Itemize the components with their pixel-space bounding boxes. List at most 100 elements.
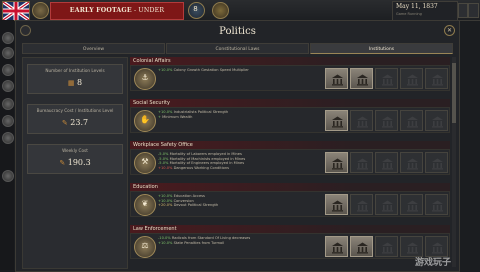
institution-level-slot[interactable] bbox=[400, 194, 423, 215]
institution-title: Social Security bbox=[130, 99, 450, 107]
prestige-icon[interactable] bbox=[212, 2, 229, 19]
scrollbar-thumb[interactable] bbox=[452, 63, 456, 123]
rail-icon-3[interactable] bbox=[2, 64, 14, 76]
coat-of-arms-icon[interactable] bbox=[32, 2, 49, 19]
effect-value: +10.0% bbox=[158, 110, 173, 114]
institution-level-slot[interactable] bbox=[350, 236, 373, 257]
institution-level-slot[interactable] bbox=[325, 236, 348, 257]
institution-level-slot[interactable] bbox=[375, 110, 398, 131]
bureaucracy-icon: ✎ bbox=[61, 119, 68, 127]
institution-level-slot[interactable] bbox=[325, 68, 348, 89]
investment-slots bbox=[325, 236, 449, 257]
tab-overview[interactable]: Overview bbox=[22, 43, 165, 54]
institution-level-slot[interactable] bbox=[425, 236, 448, 257]
effect-text: Minimum Wealth bbox=[161, 114, 193, 119]
institution-level-slot[interactable] bbox=[425, 194, 448, 215]
institution-level-slot[interactable] bbox=[400, 68, 423, 89]
investment-slots bbox=[325, 152, 449, 173]
institution-title: Law Enforcement bbox=[130, 225, 450, 233]
book-icon-glyph: ❦ bbox=[141, 199, 149, 208]
effect-value: -10.0% bbox=[158, 236, 171, 240]
effect-text: Mortality of Machinists employed in Mine… bbox=[168, 156, 246, 161]
institution-level-slot[interactable] bbox=[350, 194, 373, 215]
development-banner: EARLY FOOTAGE - UNDER DEVELOPMENT bbox=[50, 2, 184, 30]
effect-value: -5.0% bbox=[158, 161, 169, 166]
effect-line: +10.0% Colony Growth Gestation Speed Mul… bbox=[158, 68, 318, 73]
date-display: May 11, 1837 Game Running bbox=[392, 1, 458, 21]
institution-icon: ▦ bbox=[67, 79, 75, 87]
worker-icon[interactable]: ⚒ bbox=[134, 152, 156, 174]
institution-level-slot[interactable] bbox=[375, 236, 398, 257]
ship-icon-glyph: ⚓ bbox=[141, 73, 149, 82]
pause-button[interactable] bbox=[458, 3, 468, 18]
institution-effects: -10.0% Radicals from Standard Of Living … bbox=[158, 236, 318, 245]
close-button[interactable]: ✕ bbox=[444, 25, 455, 36]
weekly-cost-box: Weekly Cost ✎ 190.3 bbox=[27, 144, 123, 174]
institution-levels-value: 8 bbox=[77, 78, 83, 87]
institution-level-slot[interactable] bbox=[375, 152, 398, 173]
institution-level-slot[interactable] bbox=[350, 152, 373, 173]
institution-level-slot[interactable] bbox=[350, 68, 373, 89]
institution-effects: -5.0% Mortality of Laborers employed in … bbox=[158, 152, 318, 170]
rail-icon-5[interactable] bbox=[2, 98, 14, 110]
effect-line: +10.0% State Penalties from Turmoil bbox=[158, 241, 318, 246]
institution-level-slot[interactable] bbox=[400, 110, 423, 131]
effect-value: +10.0% bbox=[158, 240, 173, 245]
rail-icon-8[interactable] bbox=[2, 170, 14, 182]
banner-bold-text: EARLY FOOTAGE bbox=[69, 7, 132, 14]
book-icon[interactable]: ❦ bbox=[134, 194, 156, 216]
effect-text: Mortality of Laborers employed in Mines bbox=[168, 152, 242, 156]
summary-column: Number of Institution Levels ▦ 8 Bureauc… bbox=[22, 57, 128, 269]
institution-level-slot[interactable] bbox=[325, 110, 348, 131]
investment-slots bbox=[325, 194, 449, 215]
panel-title: Politics bbox=[219, 26, 256, 37]
rail-icon-2[interactable] bbox=[2, 47, 14, 59]
effect-value: +10.0% bbox=[158, 68, 173, 72]
speed-button[interactable] bbox=[468, 3, 479, 18]
tab-institutions[interactable]: Institutions bbox=[310, 43, 453, 54]
institution-level-slot[interactable] bbox=[325, 194, 348, 215]
effect-text: Mortality of Engineers employed in Mines bbox=[168, 161, 245, 166]
institution-level-slot[interactable] bbox=[425, 152, 448, 173]
institution-level-slot[interactable] bbox=[425, 110, 448, 131]
institution-effects: +10.0% Education Access +10.0% Conversion… bbox=[158, 194, 318, 208]
effect-line: + Minimum Wealth bbox=[158, 115, 318, 120]
effect-text: State Penalties from Turmoil bbox=[172, 240, 225, 245]
counter-value: 8 bbox=[193, 5, 198, 13]
institution-levels-label: Number of Institution Levels bbox=[45, 68, 105, 73]
institution-level-slot[interactable] bbox=[400, 236, 423, 257]
effect-text: Devout Political Strength bbox=[172, 203, 219, 208]
institution-level-slot[interactable] bbox=[325, 152, 348, 173]
effect-text: Industrialists Political Strength bbox=[172, 110, 229, 114]
rail-icon-4[interactable] bbox=[2, 80, 14, 92]
gavel-icon[interactable]: ⚖ bbox=[134, 236, 156, 258]
institution-level-slot[interactable] bbox=[375, 194, 398, 215]
institution-level-slot[interactable] bbox=[375, 68, 398, 89]
union-jack-flag-icon[interactable] bbox=[2, 1, 30, 21]
institutions-list: Colonial Affairs ⚓ +10.0% Colony Growth Ge… bbox=[130, 57, 450, 269]
rail-icon-6[interactable] bbox=[2, 115, 14, 127]
effect-value: +20.0% bbox=[158, 203, 173, 208]
institution-body: ⚓ +10.0% Colony Growth Gestation Speed Mu… bbox=[130, 65, 450, 91]
date-status: Game Running bbox=[396, 12, 422, 16]
bureaucracy-cost-label: Bureaucracy Cost / Institutions Level bbox=[36, 108, 114, 113]
institution-level-slot[interactable] bbox=[425, 68, 448, 89]
institution-title: Education bbox=[130, 183, 450, 191]
effect-text: Education Access bbox=[172, 194, 205, 198]
institution-effects: +10.0% Colony Growth Gestation Speed Mul… bbox=[158, 68, 318, 73]
date-text: May 11, 1837 bbox=[396, 3, 438, 10]
institution-body: ❦ +10.0% Education Access +10.0% Conversio… bbox=[130, 191, 450, 217]
hands-icon[interactable]: ✋ bbox=[134, 110, 156, 132]
investment-slots bbox=[325, 110, 449, 131]
tab-constitutional-laws[interactable]: Constitutional Laws bbox=[166, 43, 309, 54]
top-bar: EARLY FOOTAGE - UNDER DEVELOPMENT 8 May … bbox=[0, 0, 480, 30]
ship-icon[interactable]: ⚓ bbox=[134, 68, 156, 90]
rail-icon-7[interactable] bbox=[2, 132, 14, 144]
rail-icon-1[interactable] bbox=[2, 32, 14, 44]
effect-text: Dangerous Working Conditions bbox=[172, 165, 230, 170]
institution-level-slot[interactable] bbox=[350, 110, 373, 131]
effect-value: +10.0% bbox=[158, 194, 173, 198]
institution-effects: +10.0% Industrialists Political Strength… bbox=[158, 110, 318, 119]
scrollbar[interactable] bbox=[452, 57, 456, 267]
institution-level-slot[interactable] bbox=[400, 152, 423, 173]
